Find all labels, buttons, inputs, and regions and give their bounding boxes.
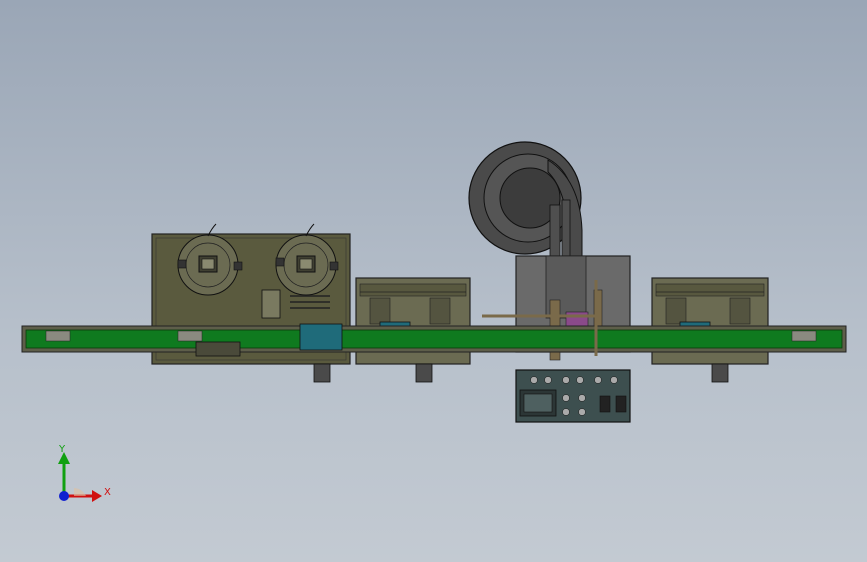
knob-icon[interactable] <box>544 376 552 384</box>
knob-icon[interactable] <box>530 376 538 384</box>
x-axis-label: X <box>104 487 111 498</box>
switch-icon[interactable] <box>615 395 627 413</box>
knob-icon[interactable] <box>610 376 618 384</box>
control-panel[interactable] <box>515 369 631 423</box>
knob-icon[interactable] <box>562 394 570 402</box>
axis-triad: Y X <box>40 440 120 520</box>
knob-icon[interactable] <box>578 408 586 416</box>
z-axis-dot <box>59 491 69 501</box>
knob-icon[interactable] <box>562 408 570 416</box>
triad-icon <box>58 452 102 502</box>
assembly-model[interactable] <box>0 0 867 562</box>
knob-icon[interactable] <box>578 394 586 402</box>
x-arrow-head <box>92 490 102 502</box>
conveyor-belt[interactable] <box>21 323 847 357</box>
bowl-feeder[interactable] <box>468 141 583 266</box>
knob-icon[interactable] <box>562 376 570 384</box>
knob-icon[interactable] <box>576 376 584 384</box>
knob-icon[interactable] <box>594 376 602 384</box>
y-axis-label: Y <box>59 444 66 455</box>
cad-viewport[interactable]: Y X <box>0 0 867 562</box>
triad-plane <box>74 488 86 496</box>
switch-icon[interactable] <box>599 395 611 413</box>
